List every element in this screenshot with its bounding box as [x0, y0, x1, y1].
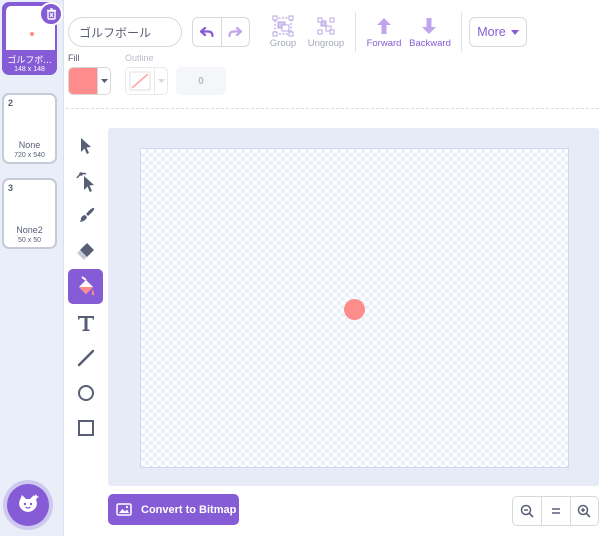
group-button[interactable]: [270, 14, 296, 38]
rectangle-tool[interactable]: [68, 410, 103, 445]
costume-size: 148 x 148: [14, 66, 45, 73]
text-tool[interactable]: [68, 305, 103, 340]
cat-icon: [19, 494, 39, 512]
forward-button[interactable]: [372, 14, 396, 38]
more-label: More: [477, 25, 506, 39]
ungroup-label: Ungroup: [307, 38, 345, 49]
circle-tool[interactable]: [68, 375, 103, 410]
zoom-in-button[interactable]: [569, 497, 598, 525]
ungroup-button[interactable]: [313, 14, 339, 38]
outline-swatch: [126, 68, 154, 94]
forward-label: Forward: [366, 38, 402, 49]
convert-to-bitmap-button[interactable]: Convert to Bitmap: [108, 494, 239, 525]
convert-label: Convert to Bitmap: [141, 503, 237, 516]
costume-number: 3: [8, 183, 14, 193]
zoom-reset-button[interactable]: [541, 497, 569, 525]
equals-icon: [551, 508, 560, 514]
redo-button[interactable]: [220, 18, 249, 46]
no-color-icon: [129, 71, 151, 91]
delete-costume-button[interactable]: [39, 2, 63, 26]
line-tool[interactable]: [68, 340, 103, 375]
brush-tool[interactable]: [68, 198, 103, 233]
toolbar-divider-line: [66, 108, 599, 109]
costume-size: 50 x 50: [18, 237, 41, 244]
fill-label: Fill: [68, 53, 80, 63]
costume-size: 720 x 540: [14, 152, 45, 159]
eraser-icon: [77, 242, 94, 259]
brush-icon: [79, 207, 94, 222]
group-label: Group: [269, 38, 297, 49]
costume-number: 2: [8, 98, 14, 108]
caret-down-icon: [157, 79, 165, 83]
select-tool[interactable]: [68, 128, 103, 163]
bitmap-image-icon: [116, 503, 132, 516]
paint-canvas[interactable]: [140, 148, 569, 468]
fill-swatch: [69, 68, 97, 94]
more-button[interactable]: More: [469, 17, 527, 47]
zoom-in-icon: [578, 504, 591, 518]
backward-icon: [422, 18, 436, 34]
outline-caret: [154, 68, 167, 94]
rectangle-icon: [77, 419, 94, 436]
undo-icon: [199, 26, 214, 37]
costume-name: None2: [16, 225, 43, 235]
backward-button[interactable]: [417, 14, 441, 38]
toolbar-divider: [461, 12, 462, 52]
costume-name: None: [18, 140, 41, 150]
text-icon: [77, 315, 94, 331]
eraser-tool[interactable]: [68, 233, 103, 268]
redo-icon: [228, 26, 243, 37]
trash-icon: [46, 8, 56, 20]
outline-label: Outline: [125, 53, 154, 63]
costume-list: 1 ゴルフボ... 148 x 148 2 None 720 x 540 3 N…: [0, 0, 64, 536]
caret-down-icon: [100, 79, 108, 83]
outline-width-input[interactable]: 0: [176, 67, 226, 95]
costume-item-2[interactable]: 2 None 720 x 540: [2, 93, 57, 164]
forward-icon: [377, 18, 391, 34]
paint-bucket-icon: [78, 275, 94, 295]
golf-ball-shape[interactable]: [344, 299, 365, 320]
fill-tool[interactable]: [68, 269, 103, 304]
choose-costume-button[interactable]: [7, 484, 49, 526]
line-icon: [77, 349, 94, 366]
costume-number: 1: [8, 7, 14, 17]
backward-label: Backward: [409, 38, 451, 49]
fill-caret: [97, 68, 110, 94]
circle-icon: [77, 384, 94, 401]
reshape-tool[interactable]: [68, 163, 103, 198]
zoom-controls: [512, 496, 599, 526]
caret-down-icon: [510, 29, 519, 35]
reshape-icon: [75, 171, 94, 192]
group-icon: [272, 15, 294, 37]
outline-color-picker[interactable]: [125, 67, 168, 95]
costume-name: ゴルフボ...: [7, 56, 52, 66]
zoom-out-icon: [520, 504, 534, 518]
undo-button[interactable]: [193, 18, 221, 46]
costume-name-input[interactable]: [68, 17, 182, 47]
fill-color-picker[interactable]: [68, 67, 111, 95]
select-arrow-icon: [80, 137, 91, 154]
paint-canvas-area[interactable]: [108, 128, 599, 486]
toolbar-divider: [355, 12, 356, 52]
ungroup-icon: [317, 17, 335, 35]
undo-redo-group: [192, 17, 250, 47]
costume-item-3[interactable]: 3 None2 50 x 50: [2, 178, 57, 249]
zoom-out-button[interactable]: [513, 497, 541, 525]
